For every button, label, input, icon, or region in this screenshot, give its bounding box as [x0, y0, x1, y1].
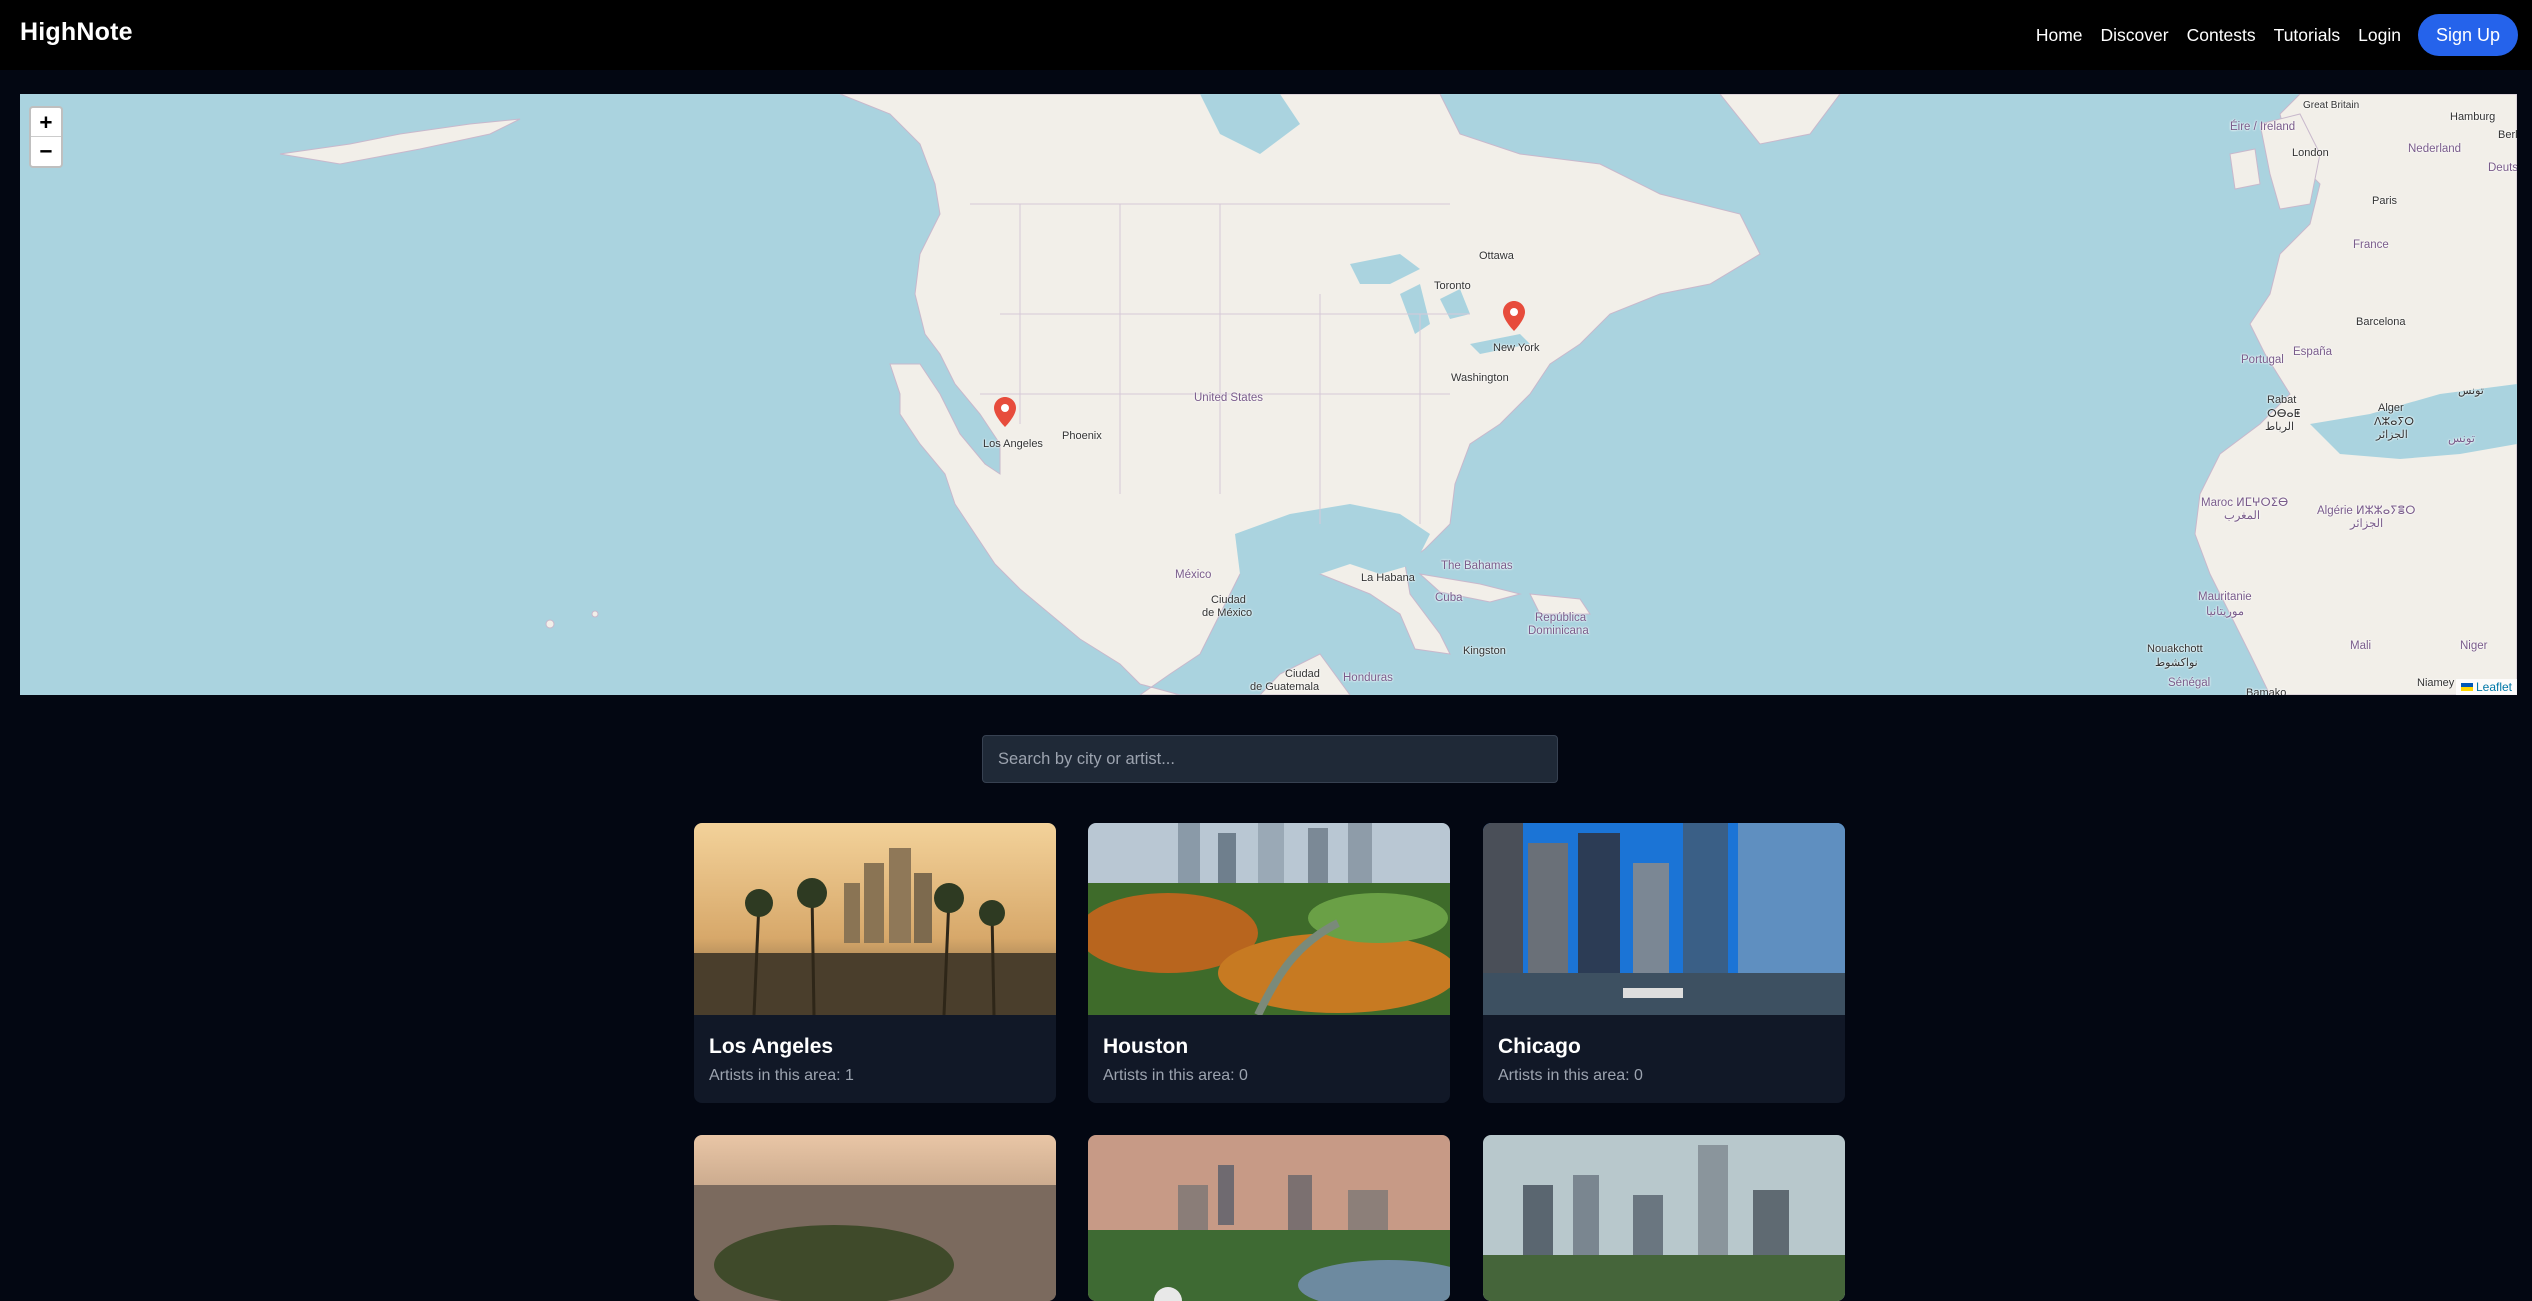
nav-login[interactable]: Login	[2358, 25, 2401, 46]
map-label: Nouakchott	[2147, 643, 2203, 655]
map-label: México	[1175, 569, 1212, 581]
map-label: المغرب	[2224, 510, 2261, 522]
city-image	[1483, 1135, 1845, 1301]
city-name: Los Angeles	[709, 1035, 834, 1058]
map-label: Sénégal	[2168, 677, 2211, 689]
nav-tutorials[interactable]: Tutorials	[2274, 25, 2340, 46]
map-label: تونس	[2448, 433, 2476, 445]
city-image	[1483, 823, 1845, 1015]
city-image	[694, 1135, 1056, 1301]
map-label: Mali	[2350, 640, 2372, 652]
map-label: Niger	[2460, 640, 2488, 652]
city-card[interactable]	[694, 1135, 1056, 1301]
map-label: Cuba	[1435, 592, 1463, 604]
city-artist-count: Artists in this area: 1	[709, 1067, 854, 1084]
nav-contests[interactable]: Contests	[2187, 25, 2256, 46]
map-label: Dominicana	[1528, 625, 1589, 637]
map-label: Toronto	[1434, 280, 1471, 292]
map-label: Ciudad	[1285, 668, 1320, 680]
map-label: Nederland	[2408, 143, 2462, 155]
map-label: Berl	[2498, 129, 2517, 141]
map-label: United States	[1194, 392, 1264, 404]
map-land	[279, 94, 2517, 695]
city-artist-count: Artists in this area: 0	[1103, 1067, 1248, 1084]
map-label: Rabat	[2267, 394, 2297, 406]
map-label: Deutschland	[2488, 162, 2517, 174]
city-card[interactable]	[1483, 1135, 1845, 1301]
map-label: موريتانيا	[2206, 606, 2245, 618]
map-label: Barcelona	[2356, 316, 2406, 328]
map-label: de México	[1202, 607, 1253, 619]
signup-button[interactable]: Sign Up	[2417, 14, 2518, 56]
map-label: Los Angeles	[983, 438, 1043, 450]
top-navbar: HighNote Home Discover Contests Tutorial…	[0, 0, 2532, 70]
nav-discover[interactable]: Discover	[2101, 25, 2169, 46]
map-label: Hamburg	[2450, 111, 2496, 123]
map-label: Bamako	[2246, 687, 2287, 695]
world-map[interactable]: + − Great Britain Éire / Ireland Hamburg…	[20, 94, 2517, 695]
map-label: La Habana	[1361, 572, 1415, 584]
map-label: نواكشوط	[2155, 657, 2198, 669]
map-label: Honduras	[1343, 672, 1393, 684]
ukraine-flag-icon	[2460, 683, 2473, 691]
map-label: República	[1535, 612, 1587, 624]
city-name: Chicago	[1498, 1035, 1581, 1058]
brand-logo[interactable]: HighNote	[20, 18, 133, 47]
attribution-link[interactable]: Leaflet	[2476, 680, 2512, 694]
city-card[interactable]	[1088, 1135, 1450, 1301]
map-marker-new-york[interactable]	[1503, 301, 1525, 331]
map-label: Washington	[1451, 372, 1509, 384]
map-label: Éire / Ireland	[2230, 121, 2296, 133]
map-label: Algérie ⵍⵣⵣⴰⵢⴻⵔ	[2317, 505, 2416, 517]
search-input[interactable]	[982, 735, 1558, 783]
zoom-control: + −	[29, 106, 63, 168]
map-label: ⵔⴱⴰⵟ	[2267, 408, 2301, 420]
city-image	[694, 823, 1056, 1015]
map-label: Ciudad	[1211, 594, 1246, 606]
city-name: Houston	[1103, 1035, 1189, 1058]
map-label: de Guatemala	[1250, 681, 1320, 693]
map-label: Ottawa	[1479, 250, 1514, 262]
map-label: Niamey	[2417, 677, 2455, 689]
map-label: España	[2293, 346, 2333, 358]
city-artist-count: Artists in this area: 0	[1498, 1067, 1643, 1084]
map-label: الجزائر	[2350, 518, 2384, 530]
nav-links: Home Discover Contests Tutorials Login S…	[2018, 0, 2518, 70]
city-card-houston[interactable]: Houston Artists in this area: 0	[1088, 823, 1450, 1103]
map-label: Paris	[2372, 195, 2398, 207]
map-label: Kingston	[1463, 645, 1506, 657]
map-label: New York	[1493, 342, 1540, 354]
zoom-out-button[interactable]: −	[31, 137, 61, 166]
map-label: الرباط	[2265, 421, 2295, 433]
map-label: Portugal	[2241, 354, 2284, 366]
map-label: Maroc ⵍⵎⵖⵔⵉⴱ	[2201, 497, 2289, 509]
city-image	[1088, 823, 1450, 1015]
map-label: Great Britain	[2303, 100, 2360, 111]
map-label: Phoenix	[1062, 430, 1102, 442]
map-attribution[interactable]: Leaflet	[2455, 679, 2517, 695]
map-marker-los-angeles[interactable]	[994, 397, 1016, 427]
nav-home[interactable]: Home	[2036, 25, 2083, 46]
map-label: تونس	[2458, 385, 2484, 397]
map-label: ⴷⵣⴰⵢⵔ	[2374, 416, 2415, 428]
map-label: الجزائر	[2376, 429, 2408, 441]
map-label: Alger	[2378, 402, 2404, 414]
map-label: Mauritanie	[2198, 591, 2252, 603]
city-card-chicago[interactable]: Chicago Artists in this area: 0	[1483, 823, 1845, 1103]
map-label: France	[2353, 239, 2389, 251]
city-image	[1088, 1135, 1450, 1301]
city-card-los-angeles[interactable]: Los Angeles Artists in this area: 1	[694, 823, 1056, 1103]
map-label: The Bahamas	[1441, 560, 1513, 572]
map-label: London	[2292, 147, 2329, 159]
zoom-in-button[interactable]: +	[31, 108, 61, 137]
